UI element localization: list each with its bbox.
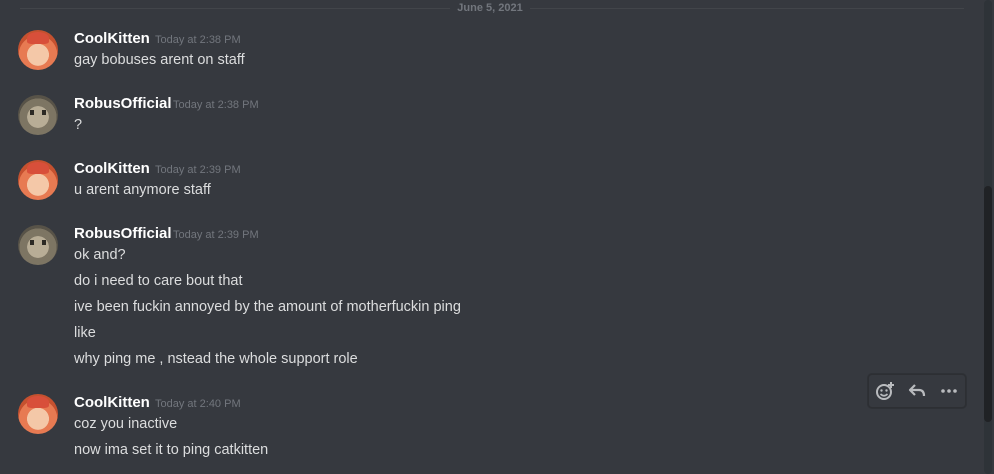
message-text: now ima set it to ping catkitten bbox=[74, 442, 269, 458]
username[interactable]: CoolKitten bbox=[74, 30, 150, 47]
timestamp: Today at 2:40 PM bbox=[155, 398, 241, 410]
message-text: ive been fuckin annoyed by the amount of… bbox=[74, 299, 461, 315]
message-text: gay bobuses arent on staff bbox=[74, 52, 245, 68]
avatar[interactable] bbox=[18, 95, 58, 135]
avatar[interactable] bbox=[18, 394, 58, 434]
timestamp: Today at 2:38 PM bbox=[173, 99, 259, 111]
reply-icon bbox=[908, 384, 926, 397]
message-text: ok and? bbox=[74, 247, 126, 263]
message-text: ? bbox=[74, 117, 83, 133]
date-divider-label: June 5, 2021 bbox=[450, 0, 530, 16]
username[interactable]: RobusOfficial bbox=[74, 225, 172, 242]
message-text: coz you inactive bbox=[74, 416, 178, 432]
message-text: u arent anymore staff bbox=[74, 182, 211, 198]
message-actions-toolbar bbox=[868, 374, 966, 408]
scrollbar-thumb[interactable] bbox=[984, 186, 992, 422]
timestamp: Today at 2:39 PM bbox=[173, 229, 259, 241]
add-reaction-button[interactable] bbox=[869, 375, 901, 407]
add-reaction-icon bbox=[876, 382, 894, 400]
avatar[interactable] bbox=[18, 225, 58, 265]
avatar[interactable] bbox=[18, 30, 58, 70]
username[interactable]: RobusOfficial bbox=[74, 95, 172, 112]
message-text: do i need to care bout that bbox=[74, 273, 243, 289]
message-text: why ping me , nstead the whole support r… bbox=[74, 351, 358, 367]
timestamp: Today at 2:39 PM bbox=[155, 164, 241, 176]
avatar[interactable] bbox=[18, 160, 58, 200]
username[interactable]: CoolKitten bbox=[74, 394, 150, 411]
more-icon bbox=[941, 389, 957, 393]
more-button[interactable] bbox=[933, 375, 965, 407]
timestamp: Today at 2:38 PM bbox=[155, 34, 241, 46]
reply-button[interactable] bbox=[901, 375, 933, 407]
username[interactable]: CoolKitten bbox=[74, 160, 150, 177]
message-text: like bbox=[74, 325, 96, 341]
